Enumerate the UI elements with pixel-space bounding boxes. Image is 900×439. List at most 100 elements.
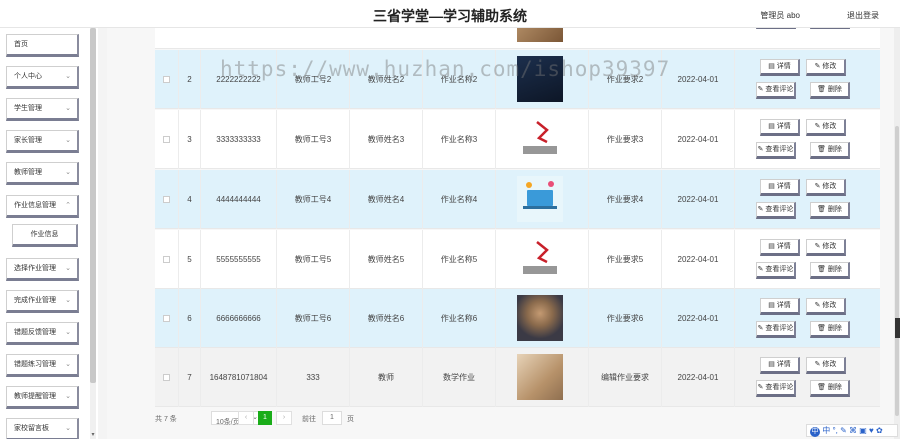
sidebar-item-students[interactable]: 学生管理 ⌄ (6, 98, 79, 121)
top-bar: 三省学堂—学习辅助系统 管理员 abo 退出登录 (0, 0, 900, 28)
sidebar-item-homework-management[interactable]: 作业信息管理 ⌃ (6, 195, 79, 218)
table-row: 4 4444444444 教师工号4 教师姓名4 作业名称4 作业要求4 202… (155, 170, 880, 229)
sidebar-item-label: 家长管理 (14, 137, 42, 144)
teacher-name: 教师姓名4 (350, 170, 423, 229)
comments-button[interactable]: ✎ 查看评论 (756, 380, 796, 397)
table-row-partial: ✎ 查看评论 🗑 删除 (155, 28, 880, 49)
edit-button[interactable]: ✎ 修改 (806, 357, 846, 374)
teacher-account: 1648781071804 (201, 348, 277, 407)
publish-date: 2022-04-01 (662, 348, 735, 407)
row-checkbox[interactable] (163, 136, 170, 144)
chevron-up-icon: ⌃ (65, 202, 71, 209)
edit-button[interactable]: ✎ 修改 (806, 119, 846, 136)
page-scrollbar[interactable] (894, 28, 900, 439)
edit-button[interactable]: ✎ 修改 (806, 298, 846, 315)
delete-button[interactable]: 🗑 删除 (810, 28, 850, 29)
chevron-down-icon: ⌄ (65, 265, 71, 272)
homework-name: 数学作业 (423, 348, 496, 407)
ime-badge: 中 (810, 427, 820, 437)
teacher-name: 教师姓名6 (350, 289, 423, 348)
sidebar-scrollbar-thumb[interactable] (90, 28, 96, 383)
sidebar: 首页 个人中心 ⌄ 学生管理 ⌄ 家长管理 ⌄ 教师管理 ⌄ 作业信息管理 ⌃ … (0, 28, 98, 439)
watermark-text: https://www.huzhan.com/ishop39397 (220, 57, 671, 81)
row-checkbox[interactable] (163, 315, 170, 323)
delete-button[interactable]: 🗑 删除 (810, 142, 850, 159)
sidebar-item-label: 学生管理 (14, 105, 42, 112)
row-index: 3 (179, 110, 201, 169)
page-number-current[interactable]: 1 (258, 411, 272, 425)
sidebar-item-error-practice[interactable]: 错题练习管理 ⌄ (6, 354, 79, 377)
detail-button[interactable]: ▤ 详情 (760, 119, 800, 136)
next-page-button[interactable]: › (276, 411, 292, 425)
row-checkbox[interactable] (163, 76, 170, 84)
page-size-select[interactable]: 10条/页 ⌄ (211, 411, 263, 426)
publish-date: 2022-04-01 (662, 170, 735, 229)
teacher-id: 教师工号5 (277, 230, 350, 289)
sidebar-item-parents[interactable]: 家长管理 ⌄ (6, 130, 79, 153)
detail-button[interactable]: ▤ 详情 (760, 357, 800, 374)
row-index: 7 (179, 348, 201, 407)
delete-button[interactable]: 🗑 删除 (810, 321, 850, 338)
side-panel-toggle[interactable] (895, 318, 900, 338)
detail-button[interactable]: ▤ 详情 (760, 239, 800, 256)
delete-button[interactable]: 🗑 删除 (810, 82, 850, 99)
current-user-label: 管理员 abo (760, 11, 800, 20)
publish-date: 2022-04-01 (662, 50, 735, 109)
chevron-down-icon: ⌄ (65, 393, 71, 400)
homework-requirement: 作业要求4 (589, 170, 662, 229)
row-checkbox[interactable] (163, 196, 170, 204)
comments-button[interactable]: ✎ 查看评论 (756, 262, 796, 279)
logout-link[interactable]: 退出登录 (847, 10, 879, 21)
ime-toolbar[interactable]: 中 中 °, ✎ ⌘ ▣ ♥ ✿ (806, 424, 898, 437)
detail-button[interactable]: ▤ 详情 (760, 179, 800, 196)
sidebar-item-home[interactable]: 首页 (6, 34, 79, 57)
row-checkbox[interactable] (163, 374, 170, 382)
sidebar-item-personal-center[interactable]: 个人中心 ⌄ (6, 66, 79, 89)
homework-name: 作业名称6 (423, 289, 496, 348)
homework-name: 作业名称4 (423, 170, 496, 229)
chevron-down-icon: ⌄ (65, 169, 71, 176)
homework-image (517, 236, 563, 282)
row-index: 5 (179, 230, 201, 289)
sidebar-item-completed-homework[interactable]: 完成作业管理 ⌄ (6, 290, 79, 313)
teacher-id: 教师工号3 (277, 110, 350, 169)
edit-button[interactable]: ✎ 修改 (806, 59, 846, 76)
prev-page-button[interactable]: ‹ (238, 411, 254, 425)
scroll-down-arrow-icon[interactable]: ▾ (90, 431, 96, 438)
delete-button[interactable]: 🗑 删除 (810, 262, 850, 279)
chevron-down-icon: ⌄ (65, 361, 71, 368)
sidebar-item-label: 首页 (14, 41, 28, 48)
sidebar-item-select-homework[interactable]: 选择作业管理 ⌄ (6, 258, 79, 281)
comments-button[interactable]: ✎ 查看评论 (756, 321, 796, 338)
chevron-down-icon: ⌄ (65, 329, 71, 336)
detail-button[interactable]: ▤ 详情 (760, 59, 800, 76)
page-scrollbar-thumb[interactable] (895, 126, 899, 416)
delete-button[interactable]: 🗑 删除 (810, 380, 850, 397)
sidebar-item-label: 教师管理 (14, 169, 42, 176)
sidebar-item-label: 作业信息 (30, 231, 59, 238)
chevron-down-icon: ⌄ (65, 73, 71, 80)
comments-button[interactable]: ✎ 查看评论 (756, 82, 796, 99)
sidebar-item-teacher-reminders[interactable]: 教师提醒管理 ⌄ (6, 386, 79, 409)
homework-image (517, 295, 563, 341)
comments-button[interactable]: ✎ 查看评论 (756, 202, 796, 219)
homework-requirement: 作业要求6 (589, 289, 662, 348)
teacher-id: 教师工号4 (277, 170, 350, 229)
delete-button[interactable]: 🗑 删除 (810, 202, 850, 219)
edit-button[interactable]: ✎ 修改 (806, 239, 846, 256)
row-checkbox[interactable] (163, 256, 170, 264)
edit-button[interactable]: ✎ 修改 (806, 179, 846, 196)
homework-requirement: 作业要求3 (589, 110, 662, 169)
goto-page-input[interactable]: 1 (322, 411, 342, 425)
sidebar-item-message-board[interactable]: 家校留言板 ⌄ (6, 418, 79, 439)
ime-icons: 中 °, ✎ ⌘ ▣ ♥ ✿ (822, 426, 883, 435)
publish-date: 2022-04-01 (662, 230, 735, 289)
sidebar-item-error-feedback[interactable]: 错题反馈管理 ⌄ (6, 322, 79, 345)
comments-button[interactable]: ✎ 查看评论 (756, 142, 796, 159)
comments-button[interactable]: ✎ 查看评论 (756, 28, 796, 29)
chevron-down-icon: ⌄ (65, 137, 71, 144)
sidebar-item-teachers[interactable]: 教师管理 ⌄ (6, 162, 79, 185)
total-count: 共 7 条 (155, 416, 177, 423)
detail-button[interactable]: ▤ 详情 (760, 298, 800, 315)
sidebar-subitem-homework-info[interactable]: 作业信息 (12, 224, 78, 247)
